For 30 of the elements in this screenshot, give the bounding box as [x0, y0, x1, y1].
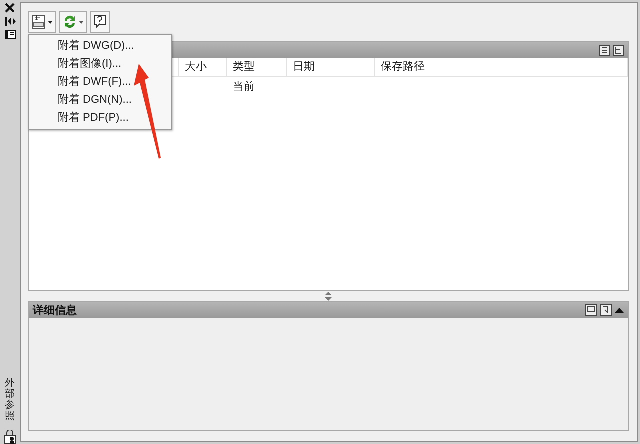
attach-button[interactable] — [28, 11, 56, 33]
lock-icon[interactable] — [4, 430, 16, 444]
table-cell-text: 当前 — [232, 80, 256, 95]
palette-title: 外部参照 — [5, 378, 15, 422]
column-header[interactable]: 日期 — [287, 58, 375, 77]
pin-icon[interactable] — [4, 17, 16, 26]
splitter-handle-icon[interactable] — [325, 292, 332, 300]
column-header[interactable]: 大小 — [179, 58, 227, 77]
dropdown-caret-icon — [79, 20, 84, 24]
close-icon[interactable] — [5, 3, 15, 13]
column-header[interactable]: 保存路径 — [375, 58, 628, 77]
details-view-icon[interactable] — [585, 304, 597, 316]
help-button[interactable] — [90, 11, 110, 33]
menu-item[interactable]: 附着 DWF(F)... — [29, 73, 171, 91]
menu-item[interactable]: 附着 DWG(D)... — [29, 37, 171, 55]
preview-icon[interactable] — [600, 304, 612, 316]
collapse-icon[interactable] — [615, 308, 624, 312]
help-icon — [93, 14, 107, 30]
list-view-icon[interactable] — [599, 44, 610, 56]
menu-item[interactable]: 附着图像(I)... — [29, 55, 171, 73]
tree-view-icon[interactable] — [613, 44, 624, 56]
drawing-file-icon — [31, 14, 47, 30]
refresh-button[interactable] — [59, 11, 87, 33]
column-header[interactable]: 类型 — [227, 58, 287, 77]
panel-title: 详细信息 — [33, 304, 77, 318]
menu-item[interactable]: 附着 PDF(P)... — [29, 109, 171, 127]
properties-icon[interactable] — [4, 30, 16, 39]
menu-item[interactable]: 附着 DGN(N)... — [29, 91, 171, 109]
dropdown-caret-icon — [48, 20, 53, 24]
refresh-icon — [62, 14, 78, 30]
